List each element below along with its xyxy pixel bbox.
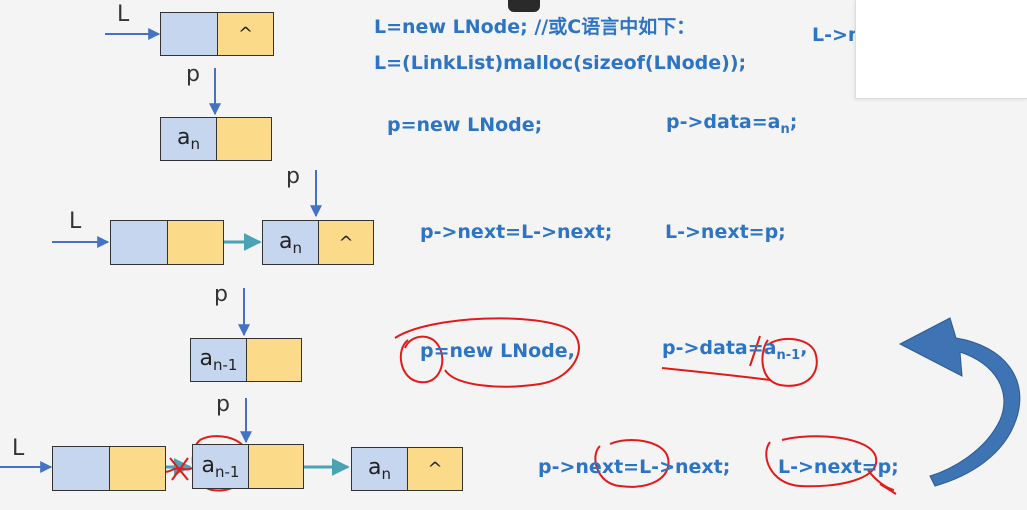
label-p-3: p — [214, 282, 228, 307]
code-step1-line2: L=(LinkList)malloc(sizeof(LNode)); — [374, 52, 747, 74]
code-step4-new: p=new LNode, — [420, 340, 575, 362]
node-an-2: an ^ — [262, 220, 374, 265]
node-data-field: an — [263, 221, 319, 264]
curved-return-arrow — [898, 317, 1021, 487]
node-data-value: an-1 — [201, 452, 240, 481]
node-data-value: an — [279, 228, 302, 257]
overlay-panel — [855, 0, 1027, 99]
node-data-field — [161, 13, 218, 55]
node-data-value: an-1 — [199, 345, 238, 375]
code-step3-link: p->next=L->next; — [420, 221, 613, 243]
node-data-field — [111, 221, 168, 264]
node-data-field: an — [161, 118, 217, 160]
annot-underline-data — [661, 367, 771, 381]
node-next-field — [247, 339, 301, 381]
node-next-field: ^ — [408, 448, 462, 490]
node-next-field: ^ — [319, 221, 373, 264]
code-step3-head: L->next=p; — [665, 221, 786, 243]
code-step2-new: p=new LNode; — [387, 114, 543, 136]
label-p-4: p — [216, 392, 230, 417]
label-L-1: L — [117, 2, 130, 27]
code-step2-data: p->data=an; — [666, 111, 798, 137]
head-node-2 — [110, 220, 224, 265]
node-data-field: an-1 — [191, 339, 247, 381]
node-data-value: an — [177, 124, 200, 154]
camera-notch — [508, 0, 540, 12]
head-node-1: ^ — [160, 12, 274, 56]
null-symbol: ^ — [237, 23, 254, 45]
node-next-field: ^ — [218, 13, 273, 55]
code-step4-data: p->data=an-1, — [662, 337, 808, 363]
label-p-2: p — [286, 164, 300, 189]
code-step1-line1: L=new LNode; //或C语言中如下： — [374, 16, 696, 38]
node-data-field: an — [352, 448, 408, 490]
label-L-2: L — [69, 209, 82, 234]
node-data-value: an — [368, 454, 391, 484]
node-an1-2: an-1 — [192, 444, 304, 489]
node-next-field — [110, 447, 165, 490]
code-step5-head: L->next=p; — [778, 456, 899, 478]
code-step5-link: p->next=L->next; — [538, 456, 731, 478]
node-an-3: an ^ — [351, 447, 463, 491]
head-node-3 — [52, 446, 166, 491]
node-an1-1: an-1 — [190, 338, 302, 382]
node-data-field: an-1 — [193, 445, 249, 488]
node-next-field — [249, 445, 303, 488]
null-symbol: ^ — [427, 458, 443, 480]
node-next-field — [217, 118, 271, 160]
head-insertion-diagram: L p p L p p L ^ an an ^ an-1 an-1 an ^ L… — [0, 0, 1027, 510]
node-next-field — [168, 221, 223, 264]
null-symbol: ^ — [338, 232, 354, 253]
node-data-field — [53, 447, 110, 490]
node-an-1: an — [160, 117, 272, 161]
label-L-3: L — [12, 436, 25, 461]
label-p-1: p — [186, 62, 200, 87]
